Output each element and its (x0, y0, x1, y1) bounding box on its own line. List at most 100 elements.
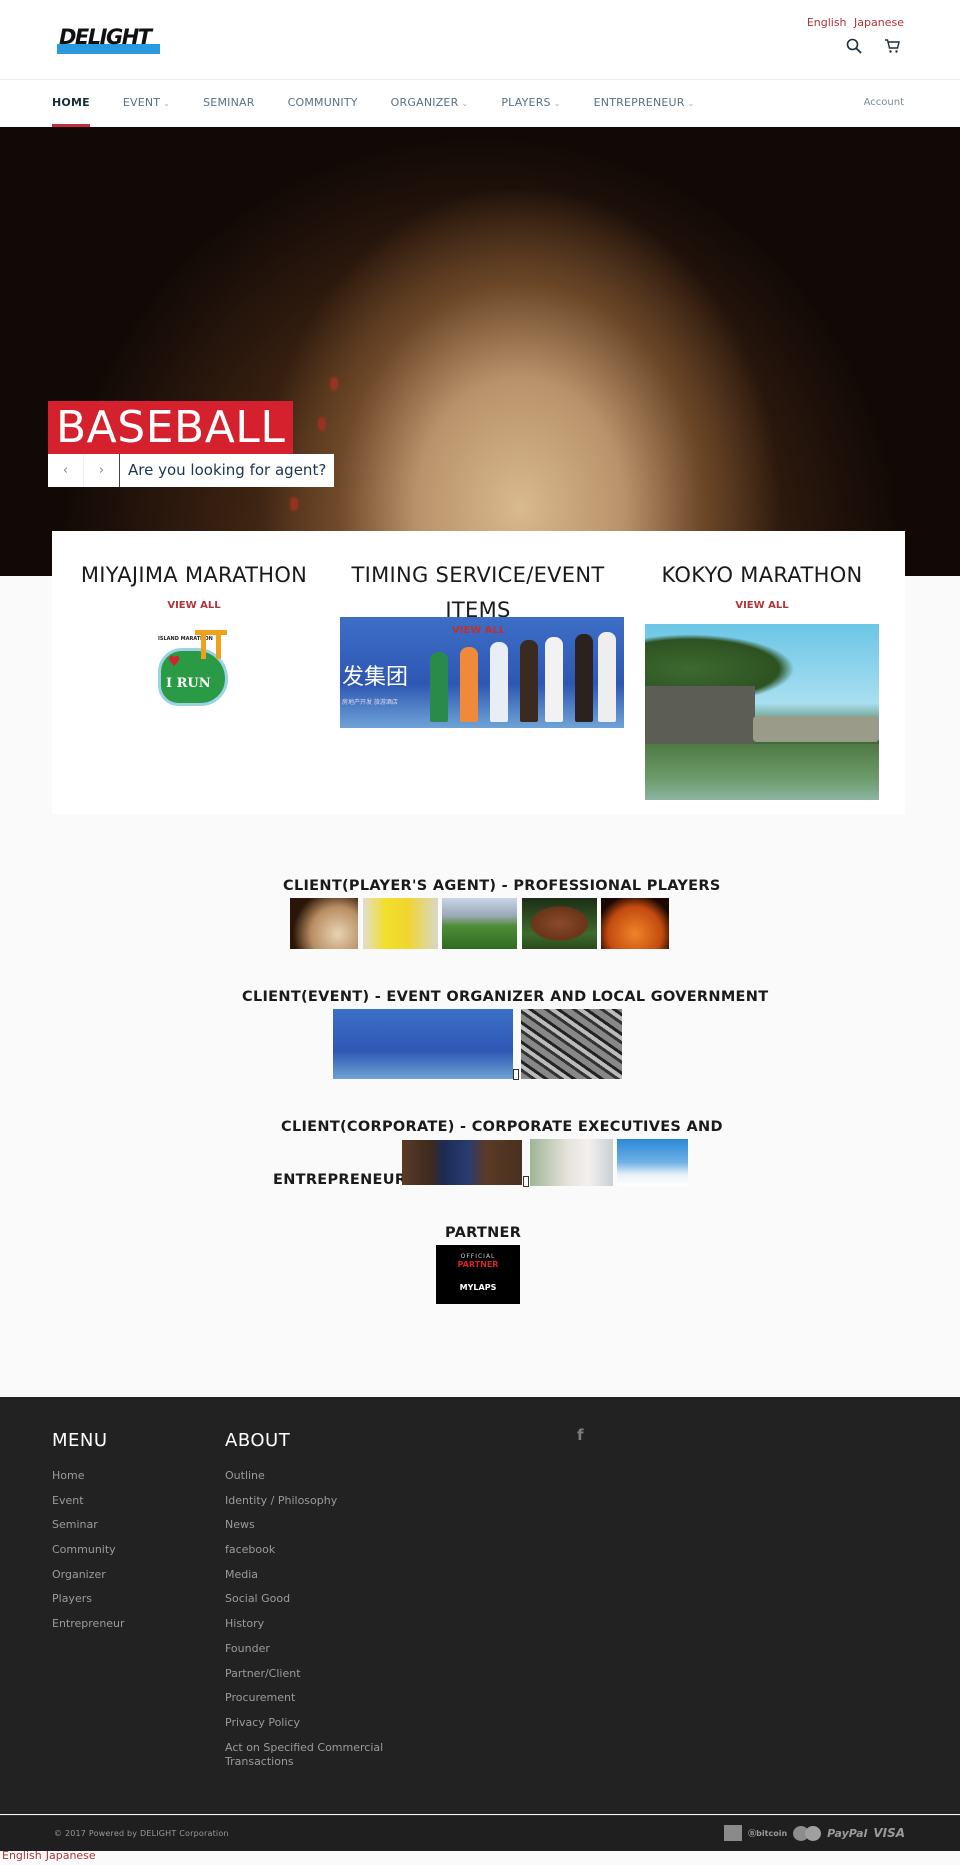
island-marathon-logo-image[interactable]: ISLAND MARATHON ♥ I RUN (150, 624, 238, 712)
clients-corporate-title: CLIENT(CORPORATE) - CORPORATE EXECUTIVES… (281, 1119, 723, 1135)
client-image-businessman[interactable] (402, 1140, 522, 1185)
client-image-man-laptop[interactable] (617, 1139, 688, 1186)
footer-link-commercial-transactions[interactable]: Act on Specified Commercial Transactions (225, 1741, 385, 1775)
collection-card[interactable]: TIMING SERVICE/EVENT ITEMS 发集团 房地产开发 旅游酒… (336, 531, 624, 814)
hero-slideshow (0, 127, 960, 576)
language-english[interactable]: English (807, 16, 847, 29)
clients-corporate-title-line2: ENTREPRENEUR (273, 1172, 407, 1188)
footer-link-procurement[interactable]: Procurement (225, 1691, 385, 1716)
footer-link-partner-client[interactable]: Partner/Client (225, 1667, 385, 1692)
footer-about-title: ABOUT (225, 1430, 291, 1451)
nav-players-label: PLAYERS (501, 95, 551, 109)
nav-event[interactable]: EVENT ⌄ (123, 80, 170, 127)
chevron-left-icon: ‹ (62, 463, 69, 478)
nav-entrepreneur[interactable]: ENTREPRENEUR ⌄ (594, 80, 695, 127)
bitcoin-icon: Ⓑbitcoin (748, 1828, 788, 1838)
footer-link-privacy[interactable]: Privacy Policy (225, 1716, 385, 1741)
runner (460, 647, 478, 722)
client-image-marathon[interactable] (333, 1009, 513, 1079)
cart-icon[interactable] (884, 38, 900, 58)
heart-icon: ♥ (168, 654, 181, 670)
broken-image-marker (513, 1069, 519, 1080)
view-all-link[interactable]: VIEW ALL (167, 600, 220, 611)
footer-bottom-bar: © 2017 Powered by DELIGHT Corporation Ⓑb… (0, 1815, 960, 1851)
client-image-volleyball[interactable] (363, 898, 438, 949)
footer-link-news[interactable]: News (225, 1518, 385, 1543)
collection-card[interactable]: KOKYO MARATHON VIEW ALL (620, 531, 904, 814)
bitcoin-label: bitcoin (756, 1828, 788, 1838)
moat-water (645, 744, 879, 800)
nav-home[interactable]: HOME (52, 80, 90, 127)
hero-controls: ‹ › Are you looking for agent? (48, 454, 335, 487)
footer-link-seminar[interactable]: Seminar (52, 1518, 125, 1543)
nav-organizer[interactable]: ORGANIZER ⌄ (391, 80, 469, 127)
imperial-palace-image[interactable] (645, 624, 879, 800)
client-image-photo-wall[interactable] (521, 1009, 622, 1079)
client-image-woman-office[interactable] (530, 1139, 613, 1186)
runner (490, 642, 508, 722)
broken-image-marker (523, 1176, 529, 1187)
facebook-icon[interactable]: f (577, 1426, 584, 1444)
hero-caption-link[interactable]: Are you looking for agent? (120, 454, 334, 487)
account-link[interactable]: Account (864, 80, 904, 126)
site-header: DELIGHT English Japanese (0, 0, 960, 80)
nav-community[interactable]: COMMUNITY (288, 80, 358, 127)
footer-link-community[interactable]: Community (52, 1543, 125, 1568)
client-image-soccer[interactable] (442, 898, 517, 949)
footer-link-history[interactable]: History (225, 1617, 385, 1642)
footer-link-home[interactable]: Home (52, 1469, 125, 1494)
torii-gate-icon (195, 630, 227, 659)
badge-official-text: OFFICIAL (460, 1253, 496, 1260)
partner-title: PARTNER (445, 1225, 522, 1241)
marathon-runners-image[interactable]: 发集团 房地产开发 旅游酒店 VIEW ALL (340, 617, 624, 728)
footer-link-players[interactable]: Players (52, 1592, 125, 1617)
client-image-basketball[interactable] (601, 898, 669, 949)
view-all-link[interactable]: VIEW ALL (452, 625, 505, 636)
stone-wall (645, 686, 755, 744)
badge-partner-text: PARTNER (457, 1260, 499, 1269)
footer-about-list: Outline Identity / Philosophy News faceb… (225, 1469, 385, 1775)
nav-seminar-label: SEMINAR (203, 95, 255, 109)
collection-card[interactable]: MIYAJIMA MARATHON VIEW ALL ISLAND MARATH… (52, 531, 336, 814)
copyright-text: © 2017 Powered by DELIGHT Corporation (54, 1829, 229, 1838)
main-nav: HOME EVENT ⌄ SEMINAR COMMUNITY ORGANIZER ⌄… (0, 79, 960, 127)
language-japanese[interactable]: Japanese (854, 16, 904, 29)
footer-menu-title: MENU (52, 1430, 108, 1451)
stone-bridge (753, 716, 879, 742)
paypal-icon: PayPal (827, 1826, 868, 1840)
baseball-stitch (330, 377, 338, 391)
nav-event-label: EVENT (122, 95, 161, 109)
nav-community-label: COMMUNITY (287, 95, 358, 109)
chevron-down-icon: ⌄ (163, 98, 171, 108)
language-switcher: English Japanese (803, 16, 904, 29)
nav-seminar[interactable]: SEMINAR (203, 80, 254, 127)
language-japanese[interactable]: Japanese (46, 1849, 96, 1862)
footer-link-outline[interactable]: Outline (225, 1469, 385, 1494)
banner-text: 发集团 (342, 665, 409, 690)
nav-home-label: HOME (52, 95, 90, 109)
footer-link-event[interactable]: Event (52, 1494, 125, 1519)
delight-logo[interactable]: DELIGHT (57, 24, 160, 54)
footer-link-media[interactable]: Media (225, 1568, 385, 1593)
collection-title: KOKYO MARATHON (661, 563, 863, 587)
footer-link-social-good[interactable]: Social Good (225, 1592, 385, 1617)
slide-prev-button[interactable]: ‹ (48, 454, 84, 487)
footer-link-founder[interactable]: Founder (225, 1642, 385, 1667)
partner-mylaps-badge[interactable]: OFFICIAL PARTNER MYLAPS (436, 1245, 520, 1304)
chevron-down-icon: ⌄ (461, 98, 469, 108)
nav-players[interactable]: PLAYERS ⌄ (501, 80, 560, 127)
nav-entrepreneur-label: ENTREPRENEUR (593, 95, 685, 109)
view-all-link[interactable]: VIEW ALL (735, 600, 788, 611)
client-image-baseball[interactable] (290, 898, 358, 949)
language-english[interactable]: English (2, 1849, 42, 1862)
client-image-american-football[interactable] (522, 898, 597, 949)
slide-next-button[interactable]: › (84, 454, 120, 487)
search-icon[interactable] (846, 38, 862, 58)
chevron-down-icon: ⌄ (553, 98, 561, 108)
footer-link-organizer[interactable]: Organizer (52, 1568, 125, 1593)
collection-title: MIYAJIMA MARATHON (80, 563, 308, 587)
footer-link-entrepreneur[interactable]: Entrepreneur (52, 1617, 125, 1642)
footer-link-facebook[interactable]: facebook (225, 1543, 385, 1568)
footer-link-identity[interactable]: Identity / Philosophy (225, 1494, 385, 1519)
header-icons (846, 38, 900, 58)
